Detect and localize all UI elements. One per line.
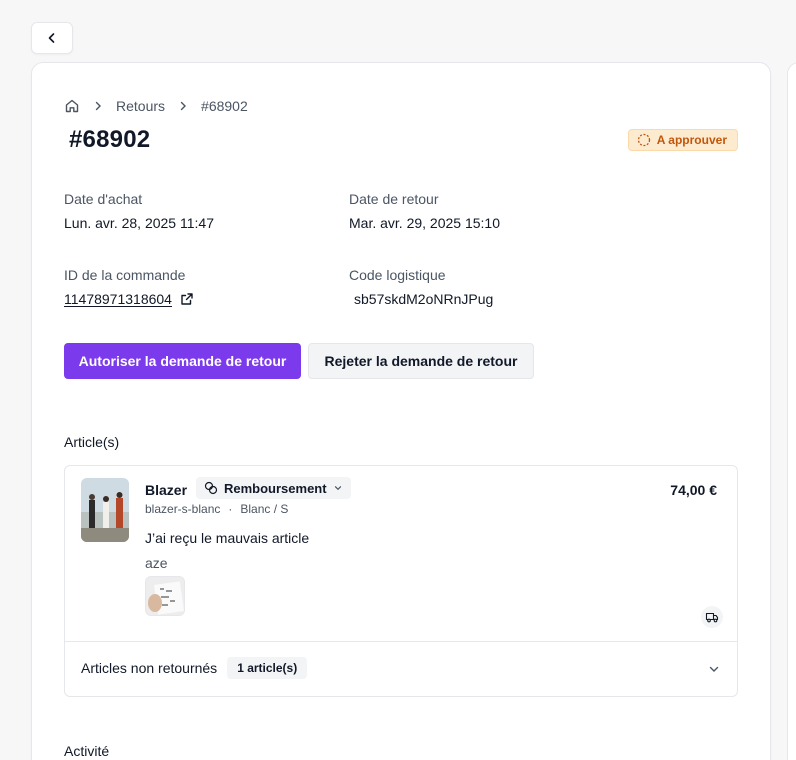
pending-icon xyxy=(637,133,650,147)
back-button[interactable] xyxy=(31,22,73,54)
order-id-label: ID de la commande xyxy=(64,267,186,283)
item-price: 74,00 € xyxy=(670,482,717,498)
item-sku: blazer-s-blanc xyxy=(145,502,221,516)
breadcrumb-current: #68902 xyxy=(201,98,248,114)
articles-list: Blazer Remboursement blazer-s-blanc · Bl… xyxy=(64,465,738,697)
item-name: Blazer xyxy=(145,482,188,498)
approve-return-button[interactable]: Autoriser la demande de retour xyxy=(64,343,301,379)
product-image[interactable] xyxy=(81,478,129,542)
chevron-right-icon xyxy=(177,100,189,112)
resolution-label: Remboursement xyxy=(224,480,327,496)
resolution-dropdown[interactable]: Remboursement xyxy=(196,477,351,499)
return-date-label: Date de retour xyxy=(349,191,439,207)
articles-section-title: Article(s) xyxy=(64,434,120,450)
divider xyxy=(65,641,737,642)
external-link-icon[interactable] xyxy=(180,292,194,306)
purchase-date-field: Date d'achat Lun. avr. 28, 2025 11:47 xyxy=(64,191,214,231)
not-returned-toggle[interactable]: Articles non retournés 1 article(s) xyxy=(81,656,308,680)
refund-icon xyxy=(204,481,218,495)
truck-icon[interactable] xyxy=(701,606,723,628)
return-detail-card: Retours #68902 #68902 A approuver Date d… xyxy=(31,62,771,760)
order-id-field: ID de la commande 11478971318604 xyxy=(64,267,194,307)
status-badge: A approuver xyxy=(627,129,738,151)
status-label: A approuver xyxy=(656,133,727,147)
side-panel xyxy=(787,62,796,760)
item-variant: Blanc / S xyxy=(240,502,289,516)
logistic-code-value: sb57skdM2oNRnJPug xyxy=(354,291,494,307)
logistic-code-field: Code logistique sb57skdM2oNRnJPug xyxy=(349,267,493,307)
meta-separator: · xyxy=(228,502,233,516)
chevron-left-icon xyxy=(48,33,55,43)
reject-return-button[interactable]: Rejeter la demande de retour xyxy=(308,343,534,379)
chevron-down-icon xyxy=(334,486,341,491)
purchase-date-value: Lun. avr. 28, 2025 11:47 xyxy=(64,215,214,231)
return-comment: aze xyxy=(145,555,168,571)
return-date-value: Mar. avr. 29, 2025 15:10 xyxy=(349,215,500,231)
chevron-down-icon[interactable] xyxy=(707,662,721,676)
order-id-link[interactable]: 11478971318604 xyxy=(64,291,194,307)
order-id-value[interactable]: 11478971318604 xyxy=(64,291,172,307)
not-returned-count: 1 article(s) xyxy=(227,657,308,679)
logistic-code-label: Code logistique xyxy=(349,267,446,283)
page-title: #68902 xyxy=(69,126,151,153)
return-reason: J’ai reçu le mauvais article xyxy=(145,530,310,546)
breadcrumb-returns-link[interactable]: Retours xyxy=(116,98,165,114)
activity-section-title: Activité xyxy=(64,743,110,759)
purchase-date-label: Date d'achat xyxy=(64,191,143,207)
breadcrumb: Retours #68902 xyxy=(64,96,248,116)
chevron-right-icon xyxy=(92,100,104,112)
item-meta: blazer-s-blanc · Blanc / S xyxy=(145,502,288,516)
not-returned-label: Articles non retournés xyxy=(81,660,218,676)
attachment-thumbnail[interactable] xyxy=(145,576,185,616)
home-icon[interactable] xyxy=(64,98,80,114)
return-date-field: Date de retour Mar. avr. 29, 2025 15:10 xyxy=(349,191,500,231)
